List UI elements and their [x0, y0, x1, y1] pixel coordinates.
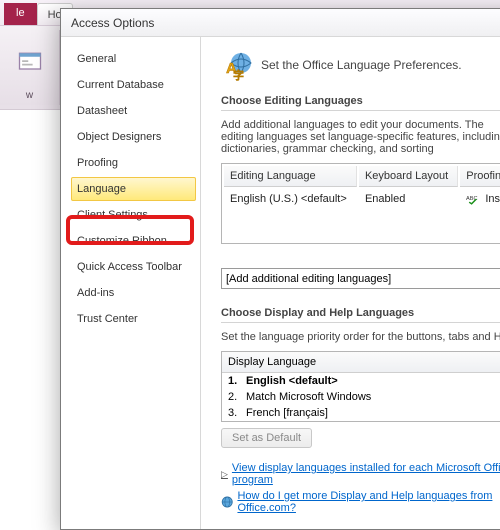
add-language-dropdown[interactable]: [Add additional editing languages]	[221, 268, 500, 289]
globe-icon	[221, 495, 233, 509]
display-languages-desc: Set the language priority order for the …	[221, 331, 500, 343]
list-item[interactable]: 3.French [français]	[222, 405, 500, 421]
nav-add-ins[interactable]: Add-ins	[71, 281, 196, 305]
nav-object-designers[interactable]: Object Designers	[71, 125, 196, 149]
nav-client-settings[interactable]: Client Settings	[71, 203, 196, 227]
view-icon	[16, 48, 44, 76]
nav-proofing[interactable]: Proofing	[71, 151, 196, 175]
list-item[interactable]: 2.Match Microsoft Windows	[222, 389, 500, 405]
col-editing-language[interactable]: Editing Language	[224, 166, 357, 187]
get-more-languages-link[interactable]: How do I get more Display and Help langu…	[221, 490, 500, 514]
editing-languages-desc: Add additional languages to edit your do…	[221, 119, 500, 155]
table-row[interactable]: English (U.S.) <default> Enabled ABC Ins…	[224, 189, 500, 209]
nav-customize-ribbon[interactable]: Customize Ribbon	[71, 229, 196, 253]
set-as-default-button: Set as Default	[221, 428, 312, 448]
list-item[interactable]: 1.English <default>	[222, 373, 500, 389]
display-languages-title: Choose Display and Help Languages	[221, 307, 500, 323]
language-preferences-icon: A 字	[221, 49, 253, 81]
spellcheck-icon: ABC	[466, 193, 482, 205]
col-keyboard-layout[interactable]: Keyboard Layout	[359, 166, 458, 187]
ribbon-group-view[interactable]: w	[0, 30, 60, 105]
nav-datasheet[interactable]: Datasheet	[71, 99, 196, 123]
file-tab[interactable]: le	[4, 3, 37, 25]
nav-quick-access-toolbar[interactable]: Quick Access Toolbar	[71, 255, 196, 279]
display-language-header: Display Language	[222, 352, 500, 373]
display-language-list[interactable]: Display Language 1.English <default> 2.M…	[221, 351, 500, 422]
nav-language[interactable]: Language	[71, 177, 196, 201]
nav-current-database[interactable]: Current Database	[71, 73, 196, 97]
nav-trust-center[interactable]: Trust Center	[71, 307, 196, 331]
col-proofing[interactable]: Proofing	[460, 166, 500, 187]
options-nav: General Current Database Datasheet Objec…	[61, 37, 201, 529]
triangle-right-icon: ▷	[221, 469, 228, 480]
page-heading: Set the Office Language Preferences.	[261, 58, 462, 72]
editing-languages-title: Choose Editing Languages	[221, 95, 500, 111]
dialog-title: Access Options	[61, 9, 500, 37]
access-options-dialog: Access Options General Current Database …	[60, 8, 500, 530]
view-installed-languages-link[interactable]: ▷ View display languages installed for e…	[221, 462, 500, 486]
svg-text:字: 字	[233, 68, 244, 81]
editing-language-table[interactable]: Editing Language Keyboard Layout Proofin…	[221, 163, 500, 244]
nav-general[interactable]: General	[71, 47, 196, 71]
